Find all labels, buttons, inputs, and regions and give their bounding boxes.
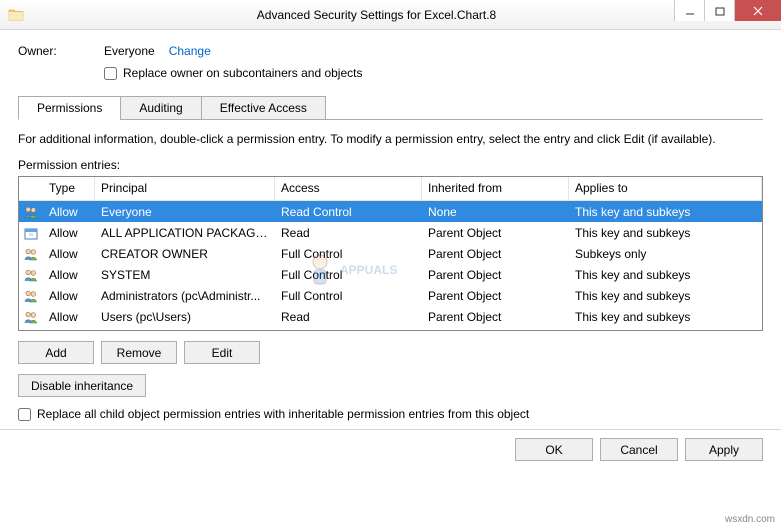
tabs: Permissions Auditing Effective Access <box>18 96 763 120</box>
replace-child-checkbox[interactable] <box>18 408 31 421</box>
tab-effective-access[interactable]: Effective Access <box>201 96 326 120</box>
cell-type: Allow <box>43 245 95 263</box>
footer-buttons: OK Cancel Apply <box>18 438 763 461</box>
ok-button[interactable]: OK <box>515 438 593 461</box>
table-row[interactable]: AllowUsers (pc\Users)ReadParent ObjectTh… <box>19 306 762 327</box>
add-button[interactable]: Add <box>18 341 94 364</box>
cell-inherited: Parent Object <box>422 308 569 326</box>
replace-owner-label: Replace owner on subcontainers and objec… <box>123 66 362 80</box>
disable-inheritance-button[interactable]: Disable inheritance <box>18 374 146 397</box>
source-watermark: wsxdn.com <box>725 514 775 525</box>
entry-buttons: Add Remove Edit <box>18 341 763 364</box>
table-body: AllowEveryoneRead ControlNoneThis key an… <box>19 201 762 327</box>
change-owner-link[interactable]: Change <box>169 44 211 58</box>
table-row[interactable]: AllowALL APPLICATION PACKAGESReadParent … <box>19 222 762 243</box>
cell-access: Full Control <box>275 245 422 263</box>
row-principal-icon <box>19 202 43 222</box>
separator <box>0 429 781 430</box>
col-inherited[interactable]: Inherited from <box>422 177 569 200</box>
owner-row: Owner: Everyone Change <box>18 44 763 58</box>
row-principal-icon <box>19 265 43 285</box>
col-principal[interactable]: Principal <box>95 177 275 200</box>
cell-type: Allow <box>43 266 95 284</box>
window-controls <box>674 0 781 21</box>
maximize-button[interactable] <box>704 0 734 21</box>
owner-label: Owner: <box>18 44 104 58</box>
cell-access: Read <box>275 308 422 326</box>
edit-button[interactable]: Edit <box>184 341 260 364</box>
apply-button[interactable]: Apply <box>685 438 763 461</box>
cell-access: Full Control <box>275 266 422 284</box>
row-principal-icon <box>19 244 43 264</box>
replace-child-label: Replace all child object permission entr… <box>37 407 529 421</box>
cell-inherited: Parent Object <box>422 266 569 284</box>
cell-access: Read <box>275 224 422 242</box>
cell-inherited: Parent Object <box>422 287 569 305</box>
description-text: For additional information, double-click… <box>18 132 763 146</box>
col-icon[interactable] <box>19 177 43 200</box>
table-row[interactable]: AllowSYSTEMFull ControlParent ObjectThis… <box>19 264 762 285</box>
cell-inherited: Parent Object <box>422 224 569 242</box>
row-principal-icon <box>19 286 43 306</box>
table-row[interactable]: AllowEveryoneRead ControlNoneThis key an… <box>19 201 762 222</box>
col-access[interactable]: Access <box>275 177 422 200</box>
replace-owner-checkbox-row[interactable]: Replace owner on subcontainers and objec… <box>104 66 763 80</box>
col-type[interactable]: Type <box>43 177 95 200</box>
cancel-button[interactable]: Cancel <box>600 438 678 461</box>
cell-applies: This key and subkeys <box>569 308 762 326</box>
cell-inherited: None <box>422 203 569 221</box>
cell-type: Allow <box>43 287 95 305</box>
cell-type: Allow <box>43 203 95 221</box>
cell-access: Read Control <box>275 203 422 221</box>
cell-type: Allow <box>43 224 95 242</box>
close-button[interactable] <box>734 0 781 21</box>
cell-principal: Administrators (pc\Administr... <box>95 287 275 305</box>
table-row[interactable]: AllowAdministrators (pc\Administr...Full… <box>19 285 762 306</box>
cell-applies: This key and subkeys <box>569 224 762 242</box>
table-header: Type Principal Access Inherited from App… <box>19 177 762 201</box>
content-area: Owner: Everyone Change Replace owner on … <box>0 30 781 471</box>
cell-principal: Everyone <box>95 203 275 221</box>
window-title: Advanced Security Settings for Excel.Cha… <box>32 8 781 22</box>
inheritance-row: Disable inheritance <box>18 374 763 397</box>
cell-inherited: Parent Object <box>422 245 569 263</box>
owner-value: Everyone <box>104 44 155 58</box>
row-principal-icon <box>19 223 43 243</box>
cell-principal: Users (pc\Users) <box>95 308 275 326</box>
replace-owner-checkbox[interactable] <box>104 67 117 80</box>
remove-button[interactable]: Remove <box>101 341 177 364</box>
cell-principal: SYSTEM <box>95 266 275 284</box>
cell-applies: This key and subkeys <box>569 266 762 284</box>
entries-label: Permission entries: <box>18 158 763 172</box>
col-applies[interactable]: Applies to <box>569 177 762 200</box>
cell-principal: ALL APPLICATION PACKAGES <box>95 224 275 242</box>
cell-access: Full Control <box>275 287 422 305</box>
cell-applies: Subkeys only <box>569 245 762 263</box>
titlebar: Advanced Security Settings for Excel.Cha… <box>0 0 781 30</box>
cell-applies: This key and subkeys <box>569 203 762 221</box>
cell-applies: This key and subkeys <box>569 287 762 305</box>
tab-auditing[interactable]: Auditing <box>120 96 201 120</box>
permissions-table: Type Principal Access Inherited from App… <box>18 176 763 331</box>
cell-principal: CREATOR OWNER <box>95 245 275 263</box>
tab-permissions[interactable]: Permissions <box>18 96 121 120</box>
row-principal-icon <box>19 307 43 327</box>
table-row[interactable]: AllowCREATOR OWNERFull ControlParent Obj… <box>19 243 762 264</box>
cell-type: Allow <box>43 308 95 326</box>
minimize-button[interactable] <box>674 0 704 21</box>
folder-icon <box>8 7 24 23</box>
replace-child-row[interactable]: Replace all child object permission entr… <box>18 407 763 421</box>
